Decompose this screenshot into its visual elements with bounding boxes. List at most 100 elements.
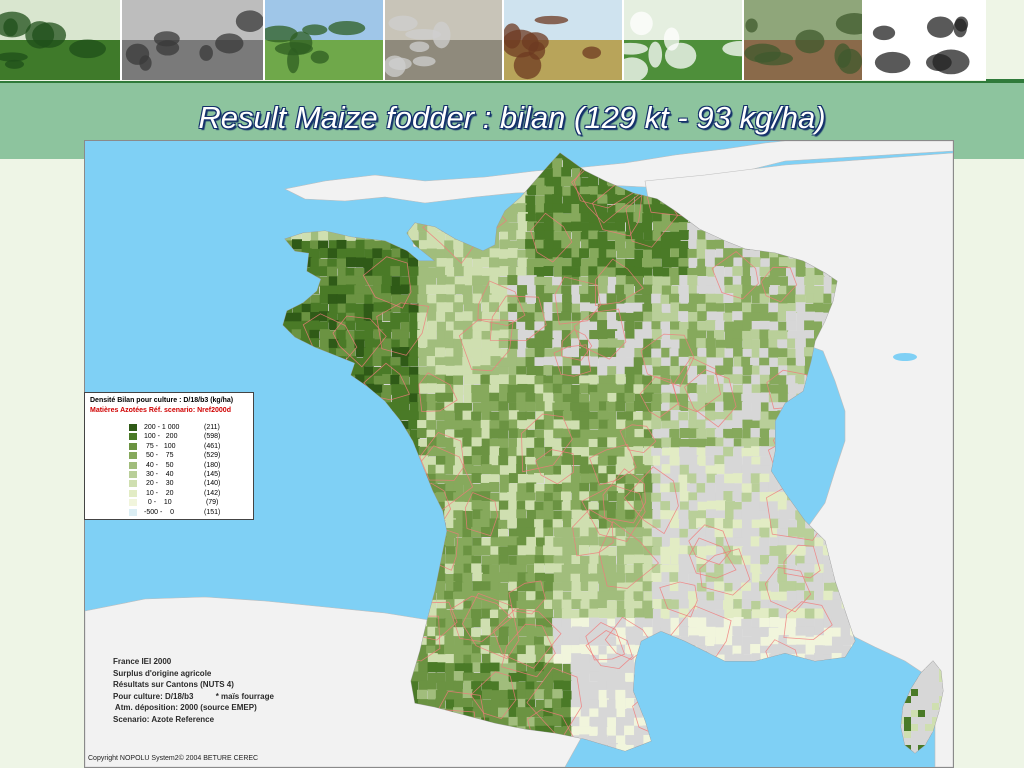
- canton-cell: [526, 536, 537, 547]
- canton-cell: [634, 483, 645, 494]
- source-note-line: Scenario: Azote Reference: [113, 714, 215, 724]
- canton-cell: [391, 392, 402, 403]
- canton-cell: [426, 636, 437, 647]
- canton-cell: [678, 509, 689, 520]
- canton-cell: [543, 671, 554, 682]
- canton-cell: [715, 320, 726, 331]
- legend-swatch: [129, 433, 137, 441]
- canton-cell: [688, 500, 699, 511]
- canton-cell: [750, 329, 761, 340]
- canton-cell: [660, 375, 671, 386]
- canton-cell: [579, 393, 590, 404]
- canton-cell: [606, 401, 617, 412]
- canton-cell: [561, 491, 572, 502]
- canton-cell: [498, 338, 509, 349]
- canton-cell: [489, 446, 500, 457]
- canton-cell: [552, 663, 563, 674]
- canton-cell: [463, 663, 474, 674]
- canton-cell: [516, 464, 527, 475]
- canton-cell: [525, 356, 536, 367]
- canton-cell: [651, 564, 662, 575]
- canton-cell: [616, 347, 627, 358]
- canton-cell: [615, 221, 626, 232]
- canton-cell: [911, 724, 919, 732]
- canton-cell: [732, 626, 743, 637]
- canton-cell: [544, 420, 555, 431]
- source-note-line: France IEI 2000: [113, 657, 172, 666]
- canton-cell: [543, 203, 554, 214]
- canton-cell: [652, 599, 663, 610]
- canton-cell: [750, 644, 761, 655]
- canton-cell: [490, 690, 501, 701]
- canton-cell: [925, 703, 933, 711]
- canton-cell: [607, 420, 618, 431]
- canton-cell: [571, 455, 582, 466]
- canton-cell: [705, 338, 716, 349]
- legend-count-label: (180): [204, 461, 221, 469]
- canton-cell: [661, 239, 672, 250]
- canton-cell: [570, 680, 581, 691]
- canton-cell: [409, 374, 420, 385]
- canton-cell: [328, 303, 339, 314]
- canton-cell: [508, 473, 519, 484]
- canton-cell: [705, 285, 716, 296]
- canton-cell: [489, 248, 500, 259]
- canton-cell: [588, 608, 599, 619]
- canton-cell: [543, 392, 554, 403]
- source-note-line: Surplus d'origine agricole: [113, 668, 212, 678]
- canton-cell: [552, 176, 563, 187]
- canton-cell: [588, 239, 599, 250]
- canton-cell: [911, 703, 919, 711]
- canton-cell: [453, 564, 464, 575]
- canton-cell: [435, 464, 446, 475]
- canton-cell: [723, 446, 734, 457]
- canton-cell: [742, 365, 753, 376]
- canton-cell: [759, 446, 770, 457]
- canton-cell: [643, 230, 654, 241]
- canton-cell: [768, 482, 779, 493]
- canton-cell: [543, 411, 554, 422]
- canton-cell: [706, 347, 717, 358]
- canton-cell: [471, 473, 482, 484]
- canton-cell: [588, 527, 599, 538]
- canton-cell: [696, 626, 707, 637]
- canton-cell: [525, 401, 536, 412]
- canton-cell: [400, 284, 411, 295]
- canton-cell: [444, 474, 455, 485]
- photo-cows-orchard: [504, 0, 623, 80]
- canton-cell: [292, 312, 303, 323]
- legend-range-label: 20 - 30: [144, 480, 174, 488]
- canton-cell: [697, 365, 708, 376]
- canton-cell: [741, 276, 752, 287]
- canton-cell: [732, 491, 743, 502]
- canton-cell: [918, 675, 926, 683]
- canton-cell: [741, 518, 752, 529]
- legend-count-label: (142): [204, 489, 221, 497]
- canton-cell: [444, 410, 455, 421]
- canton-cell: [769, 321, 780, 332]
- canton-cell: [597, 185, 608, 196]
- canton-cell: [525, 500, 536, 511]
- canton-cell: [723, 518, 734, 529]
- canton-cell: [607, 491, 618, 502]
- legend-class-row: 40 - 50 (180): [129, 461, 220, 470]
- canton-cell: [588, 176, 599, 187]
- canton-cell: [561, 482, 572, 493]
- legend-swatch: [129, 424, 137, 431]
- canton-cell: [724, 348, 735, 359]
- canton-cell: [615, 671, 626, 682]
- canton-cell: [607, 437, 618, 448]
- canton-cell: [561, 285, 572, 296]
- canton-cell: [435, 284, 446, 295]
- canton-cell: [489, 455, 500, 466]
- canton-cell: [588, 339, 599, 350]
- canton-cell: [499, 410, 510, 421]
- canton-cell: [606, 563, 617, 574]
- canton-cell: [544, 563, 555, 574]
- map-legend: Densité Bilan pour culture : D/18/b3 (kg…: [84, 392, 254, 520]
- canton-cell: [625, 537, 636, 548]
- canton-cell: [534, 717, 545, 728]
- canton-cell: [634, 437, 645, 448]
- canton-cell: [642, 618, 653, 629]
- canton-cell: [543, 302, 554, 313]
